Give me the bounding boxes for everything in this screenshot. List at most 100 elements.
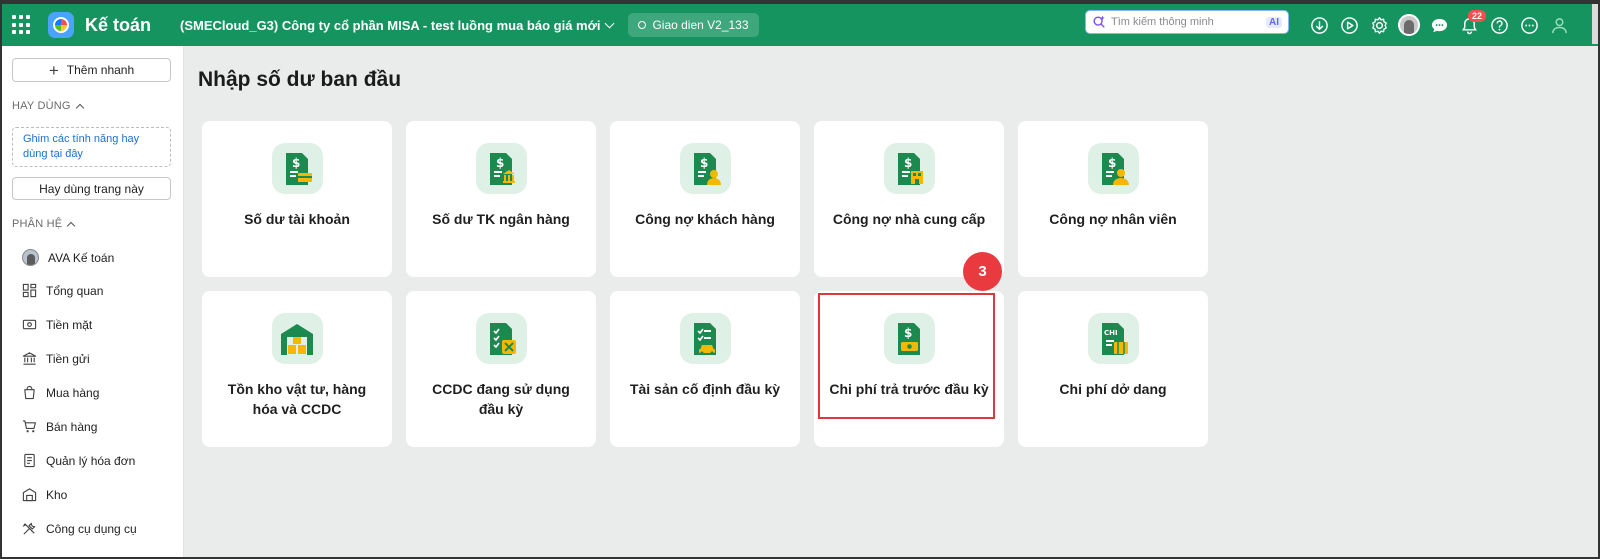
supplier-debt-icon: $ <box>898 152 923 185</box>
sidebar-item-label: Công cụ dụng cụ <box>46 521 137 536</box>
svg-text:$: $ <box>904 326 912 340</box>
chat-icon[interactable] <box>1424 10 1454 40</box>
quick-add-button[interactable]: + Thêm nhanh <box>12 58 171 82</box>
fixed-asset-icon <box>694 322 716 355</box>
account-balance-icon: $ <box>286 152 312 185</box>
frequent-section-title: HAY DÙNG <box>12 100 71 112</box>
app-grid-icon[interactable] <box>12 15 32 35</box>
scrollbar[interactable] <box>1592 4 1598 44</box>
card-customer-debt[interactable]: $ Công nợ khách hàng <box>610 121 800 277</box>
sidebar-item-label: Kho <box>46 487 68 502</box>
sidebar-item-invoice[interactable]: Quản lý hóa đơn <box>22 453 135 468</box>
svg-text:$: $ <box>496 156 504 170</box>
search-input[interactable] <box>1111 16 1261 28</box>
card-label: Công nợ khách hàng <box>635 211 775 227</box>
card-prepaid-expense[interactable]: $ Chi phí trả trước đầu kỳ <box>814 291 1004 447</box>
prepaid-expense-icon: $ <box>898 322 920 355</box>
sidebar-item-ava[interactable]: AVA Kế toán <box>22 249 114 266</box>
sidebar-item-sales[interactable]: Bán hàng <box>22 419 97 434</box>
svg-text:$: $ <box>700 156 708 170</box>
chevron-up-icon <box>67 221 76 230</box>
sidebar-item-label: Bán hàng <box>46 419 98 434</box>
bank-balance-icon: $ <box>490 152 515 185</box>
sidebar-item-label: Tiền gửi <box>46 351 90 366</box>
sidebar: + Thêm nhanh HAY DÙNG Ghim các tính năng… <box>0 46 184 559</box>
modules-section-toggle[interactable]: PHÂN HỆ <box>12 218 76 230</box>
gear-icon[interactable] <box>1364 10 1394 40</box>
bank-icon <box>22 352 37 365</box>
svg-text:CHI: CHI <box>1104 329 1118 337</box>
sidebar-item-tools[interactable]: Công cụ dụng cụ <box>22 521 137 536</box>
version-label: Giao dien V2_133 <box>652 18 749 32</box>
card-fixed-asset[interactable]: Tài sản cố định đầu kỳ <box>610 291 800 447</box>
svg-text:$: $ <box>904 156 912 170</box>
sidebar-item-overview[interactable]: Tổng quan <box>22 283 103 298</box>
card-tools-in-use[interactable]: CCDC đang sử dụng đầu kỳ <box>406 291 596 447</box>
card-label: Công nợ nhà cung cấp <box>832 211 986 227</box>
quick-add-label: Thêm nhanh <box>66 63 135 77</box>
app-title: Kế toán <box>85 14 152 35</box>
smart-search[interactable]: AI <box>1085 10 1289 34</box>
step-badge: 3 <box>963 252 1002 291</box>
sidebar-item-warehouse[interactable]: Kho <box>22 487 67 502</box>
card-label: Tồn kho vật tư, hàng hóa và CCDC <box>227 381 367 417</box>
frequent-page-button[interactable]: Hay dùng trang này <box>12 177 171 200</box>
shopping-bag-icon <box>24 385 35 400</box>
sidebar-item-label: Mua hàng <box>46 385 100 400</box>
company-name: (SMECloud_G3) Công ty cổ phần MISA - tes… <box>180 17 601 33</box>
sparkle-search-icon <box>1093 15 1105 28</box>
employee-debt-icon: $ <box>1102 152 1129 185</box>
chevron-down-icon <box>605 18 615 28</box>
tools-in-use-icon <box>490 322 516 355</box>
svg-text:$: $ <box>292 156 300 170</box>
customer-debt-icon: $ <box>694 152 721 185</box>
card-label: Số dư TK ngân hàng <box>432 211 570 227</box>
page-title: Nhập số dư ban đầu <box>198 68 402 91</box>
inventory-icon <box>281 323 313 355</box>
sidebar-item-label: Tổng quan <box>46 283 104 298</box>
more-icon[interactable] <box>1514 10 1544 40</box>
card-account-balance[interactable]: $ Số dư tài khoản <box>202 121 392 277</box>
avatar <box>22 249 39 266</box>
cash-icon <box>22 319 37 330</box>
warehouse-icon <box>22 488 37 502</box>
card-label: Chi phí trả trước đầu kỳ <box>829 381 989 397</box>
ai-badge: AI <box>1266 16 1282 28</box>
bell-icon[interactable]: 22 <box>1454 10 1486 40</box>
chevron-up-icon <box>75 103 84 112</box>
help-icon[interactable] <box>1484 10 1514 40</box>
user-avatar[interactable] <box>1394 10 1424 40</box>
card-employee-debt[interactable]: $ Công nợ nhân viên <box>1018 121 1208 277</box>
svg-text:$: $ <box>1108 156 1116 170</box>
card-inventory[interactable]: Tồn kho vật tư, hàng hóa và CCDC <box>202 291 392 447</box>
invoice-icon <box>24 453 35 468</box>
card-label: Số dư tài khoản <box>244 211 350 227</box>
card-label: Chi phí dở dang <box>1059 381 1167 397</box>
wip-cost-icon: CHI <box>1102 322 1128 355</box>
card-label: CCDC đang sử dụng đầu kỳ <box>432 381 570 417</box>
card-label: Công nợ nhân viên <box>1049 211 1177 227</box>
sidebar-item-label: Quản lý hóa đơn <box>46 453 136 468</box>
modules-section-title: PHÂN HỆ <box>12 218 63 230</box>
cart-icon <box>22 420 36 433</box>
sidebar-item-cash[interactable]: Tiền mặt <box>22 317 92 332</box>
toolbar-icons: 22 <box>1304 4 1574 46</box>
card-bank-balance[interactable]: $ Số dư TK ngân hàng <box>406 121 596 277</box>
card-label: Tài sản cố định đầu kỳ <box>629 381 781 397</box>
version-chip[interactable]: Giao dien V2_133 <box>628 13 759 37</box>
download-icon[interactable] <box>1304 10 1334 40</box>
tools-icon <box>22 522 36 535</box>
sidebar-item-label: Tiền mặt <box>46 317 93 332</box>
company-selector[interactable]: (SMECloud_G3) Công ty cổ phần MISA - tes… <box>180 17 615 33</box>
sidebar-item-purchase[interactable]: Mua hàng <box>22 385 99 400</box>
frequent-section-toggle[interactable]: HAY DÙNG <box>12 100 84 112</box>
sidebar-item-deposit[interactable]: Tiền gửi <box>22 351 90 366</box>
pin-hint: Ghim các tính năng hay dùng tại đây <box>12 127 171 167</box>
sidebar-item-label: AVA Kế toán <box>48 250 115 265</box>
dashboard-icon <box>22 283 37 298</box>
circle-icon <box>638 21 647 29</box>
card-wip-cost[interactable]: CHI Chi phí dở dang <box>1018 291 1208 447</box>
account-icon[interactable] <box>1544 10 1574 40</box>
play-icon[interactable] <box>1334 10 1364 40</box>
plus-icon: + <box>48 60 59 80</box>
